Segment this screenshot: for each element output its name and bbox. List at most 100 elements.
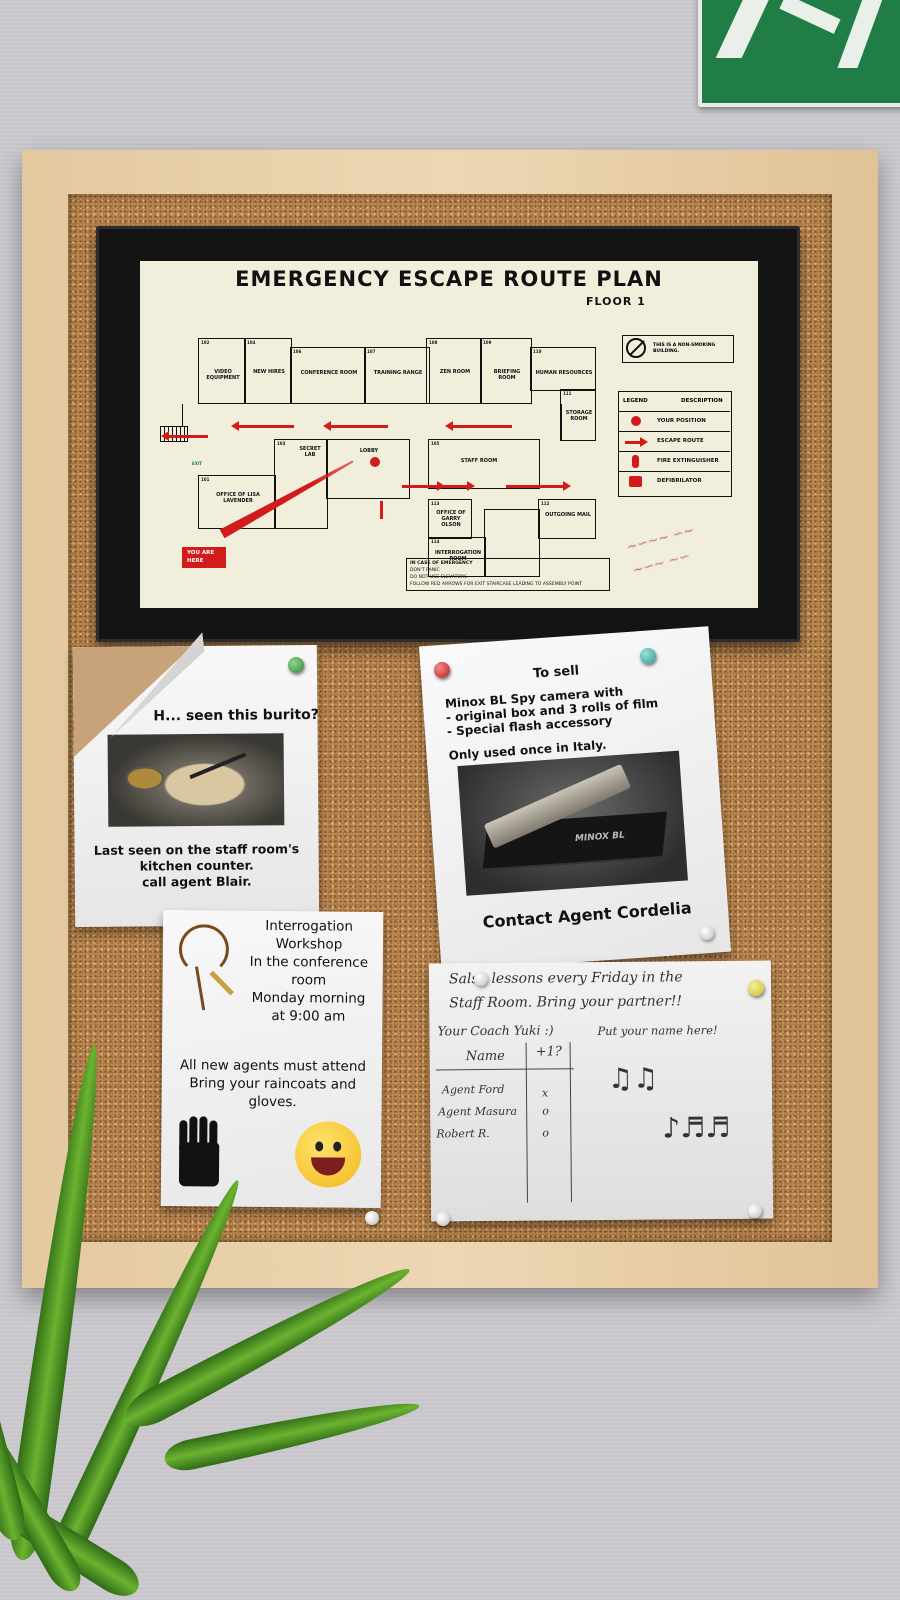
room-109: 109 BRIEFING ROOM	[480, 338, 532, 404]
room-label: HUMAN RESOURCES	[535, 370, 593, 376]
you-are-here-label: YOU ARE HERE	[182, 547, 226, 568]
workshop-line: All new agents must attend	[179, 1057, 367, 1075]
exit-sign-arrow	[779, 0, 841, 34]
room-number: 111	[563, 391, 572, 396]
clear-pushpin[interactable]	[436, 1212, 450, 1226]
room-number: 105	[431, 441, 440, 446]
signup-name: Agent Ford	[441, 1082, 505, 1097]
interrogation-workshop-note[interactable]: Interrogation Workshop In the conference…	[160, 910, 384, 1208]
map-legend: LEGEND DESCRIPTION YOUR POSITION ESCAPE …	[618, 391, 732, 497]
fork	[189, 752, 247, 780]
map-floor: FLOOR 1	[586, 295, 646, 308]
room-102: 102 VIDEO EQUIPMENT	[198, 338, 246, 404]
smiley-eye	[333, 1141, 342, 1152]
no-smoking-sign: THIS IS A NON-SMOKING BUILDING.	[622, 335, 734, 363]
room-number: 102	[201, 340, 210, 345]
room-104: 104 NEW HIRES	[244, 338, 292, 404]
exit-sign-figure	[715, 0, 775, 58]
legend-item: YOUR POSITION	[619, 412, 730, 432]
room-number: 107	[367, 349, 376, 354]
room-label: LOBBY	[359, 448, 379, 454]
clear-pushpin[interactable]	[365, 1211, 379, 1225]
workshop-line: gloves.	[248, 1093, 297, 1111]
emergency-instructions: IN CASE OF EMERGENCY DON'T PANIC DO NOT …	[406, 558, 610, 591]
burrito-note-line: Last seen on the staff room's	[93, 841, 300, 858]
glove-icon	[175, 1116, 230, 1187]
salsa-coach: Your Coach Yuki :)	[437, 1022, 554, 1039]
your-position-marker	[370, 457, 380, 467]
map-title: EMERGENCY ESCAPE ROUTE PLAN	[235, 267, 663, 291]
signup-plus: o	[542, 1126, 550, 1140]
salsa-dish	[125, 766, 165, 791]
room-number: 104	[247, 340, 256, 345]
emergency-line: FOLLOW RED ARROWS FOR EXIT STAIRCASE LEA…	[410, 582, 583, 587]
escape-route-arrow	[445, 421, 512, 431]
legend-item: FIRE EXTINGUISHER	[619, 452, 730, 472]
signup-name: Agent Masura	[438, 1104, 518, 1119]
clear-pushpin[interactable]	[748, 1204, 762, 1218]
table-rule	[569, 1042, 572, 1203]
room-113: 113 OFFICE OF GARRY OLSON	[428, 499, 472, 539]
room-label: VIDEO EQUIPMENT	[206, 369, 240, 381]
whip-icon	[178, 924, 230, 975]
salsa-lessons-note[interactable]: Salsa lessons every Friday in the Staff …	[428, 960, 774, 1222]
room-label: OUTGOING MAIL	[545, 512, 591, 518]
clear-pushpin[interactable]	[700, 926, 714, 940]
signup-plus: o	[542, 1104, 549, 1118]
minox-sale-note[interactable]: To sell Minox BL Spy camera with - origi…	[418, 626, 732, 972]
legend-label: DEFIBRILATOR	[657, 478, 702, 484]
legend-item: ESCAPE ROUTE	[619, 432, 730, 452]
game-scene: EMERGENCY ESCAPE ROUTE PLAN FLOOR 1 102 …	[0, 0, 900, 1600]
burrito-note-body: Last seen on the staff room's kitchen co…	[74, 841, 318, 891]
table-rule	[525, 1042, 528, 1203]
red-pushpin[interactable]	[434, 662, 450, 678]
emergency-line: DO NOT USE ELEVATORS	[410, 575, 468, 580]
room-number: 113	[431, 501, 440, 506]
yellow-pushpin[interactable]	[748, 980, 764, 996]
missing-burrito-note[interactable]: H... seen this burito? Last seen on the …	[72, 645, 320, 928]
signup-name: Robert R.	[436, 1126, 490, 1141]
room-107: 107 TRAINING RANGE	[364, 347, 430, 404]
room-label: STORAGE ROOM	[565, 410, 593, 422]
legend-head-left: LEGEND	[623, 398, 648, 404]
room-number: 114	[431, 539, 440, 544]
green-pushpin[interactable]	[288, 657, 304, 673]
escape-route-arrow	[323, 421, 388, 431]
legend-header: LEGEND DESCRIPTION	[619, 392, 730, 412]
scribbled-signature: ~∽∼~ ∽~ ~∽∼ ∼∽	[624, 522, 696, 579]
escape-route-arrow	[440, 481, 475, 491]
escape-route-arrow	[161, 431, 208, 441]
escape-arrow-icon	[625, 437, 648, 447]
legend-label: ESCAPE ROUTE	[657, 438, 704, 444]
room-number: 109	[483, 340, 492, 345]
exit-sign[interactable]	[698, 0, 900, 107]
escape-plan-frame[interactable]: EMERGENCY ESCAPE ROUTE PLAN FLOOR 1 102 …	[96, 226, 800, 642]
salsa-line: Staff Room. Bring your partner!!	[449, 993, 683, 1012]
workshop-line: at 9:00 am	[271, 1007, 346, 1025]
map-exit-label: EXIT	[192, 461, 203, 466]
room-108: 108 ZEN ROOM	[426, 338, 482, 404]
escape-route-arrow	[402, 481, 445, 491]
room-label: SECRET LAB	[299, 446, 321, 458]
no-smoking-icon	[626, 338, 646, 358]
legend-item: DEFIBRILATOR	[619, 472, 730, 492]
spy-camera-photo[interactable]: MINOX BL	[457, 750, 688, 896]
position-dot-icon	[631, 416, 641, 426]
workshop-instructions: All new agents must attend Bring your ra…	[168, 1056, 378, 1112]
col-plus-one: +1?	[535, 1044, 562, 1060]
no-smoking-text: THIS IS A NON-SMOKING BUILDING.	[653, 343, 716, 354]
dagger-icon	[209, 970, 234, 996]
room-number: 101	[201, 477, 210, 482]
room-label: BRIEFING ROOM	[493, 369, 521, 381]
escape-route-arrow	[231, 421, 294, 431]
clear-pushpin[interactable]	[474, 972, 488, 986]
burrito-note-title: H... seen this burito?	[153, 706, 319, 725]
teal-pushpin[interactable]	[640, 648, 656, 664]
workshop-line: Bring your raincoats and	[189, 1075, 357, 1093]
exit-sign-door	[837, 0, 887, 68]
music-note-icon: ♪♬♬	[662, 1110, 731, 1145]
signup-table: Name +1? Agent Ford x Agent Masura o Rob…	[435, 1042, 577, 1203]
smiley-mouth	[310, 1157, 346, 1176]
minox-contact: Contact Agent Cordelia	[482, 898, 693, 932]
salsa-signup-prompt: Put your name here!	[597, 1022, 718, 1039]
